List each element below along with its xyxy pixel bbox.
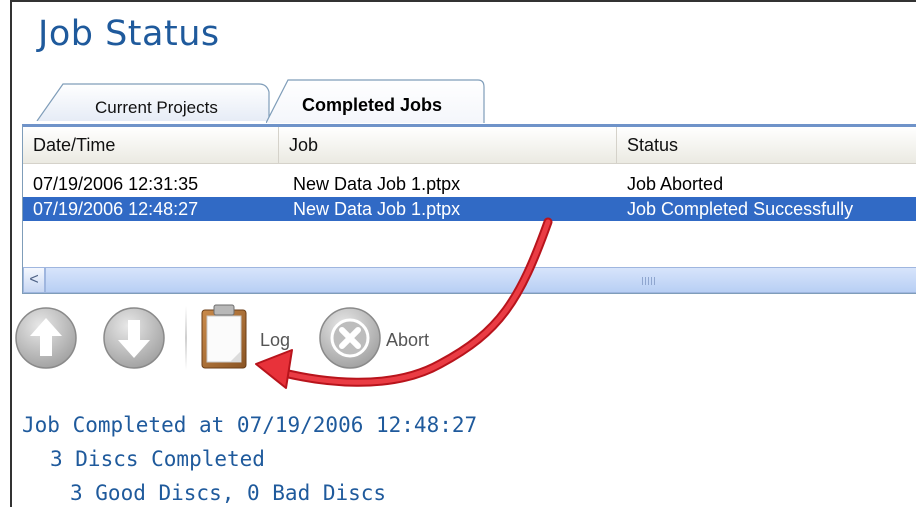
move-down-button[interactable] [102,306,166,370]
status-discs-completed: 3 Discs Completed [50,447,265,471]
status-summary: Job Completed at 07/19/2006 12:48:27 [22,413,478,437]
page-title: Job Status [38,14,220,54]
scroll-left-button[interactable]: < [23,267,45,293]
table-row-selected[interactable]: 07/19/2006 12:48:27 New Data Job 1.ptpx … [23,197,916,221]
cell-status: Job Completed Successfully [627,199,854,219]
column-header-job[interactable]: Job [279,127,617,163]
status-disc-results: 3 Good Discs, 0 Bad Discs [70,481,387,505]
cell-datetime: 07/19/2006 12:48:27 [33,199,199,219]
tab-label: Current Projects [95,98,218,117]
tab-completed-jobs[interactable]: Completed Jobs [266,77,486,123]
log-button[interactable] [196,302,256,372]
column-header-status[interactable]: Status [617,127,916,163]
move-up-button[interactable] [14,306,78,370]
clipboard-icon [201,304,247,369]
completed-jobs-list[interactable]: Date/Time Job Status 07/19/2006 12:31:35… [22,124,916,294]
arrow-down-circle-icon [103,307,165,369]
toolbar-separator [185,306,187,370]
scroll-thumb[interactable] [45,267,916,293]
cell-job: New Data Job 1.ptpx [293,174,461,194]
column-header-datetime[interactable]: Date/Time [23,127,279,163]
x-circle-icon [319,307,381,369]
scroll-grip [642,277,656,285]
log-label[interactable]: Log [260,330,290,351]
tab-label: Completed Jobs [302,95,443,115]
arrow-up-circle-icon [15,307,77,369]
abort-button[interactable] [318,306,382,370]
tab-current-projects[interactable]: Current Projects [35,82,271,121]
cell-datetime: 07/19/2006 12:31:35 [33,174,199,194]
cell-job: New Data Job 1.ptpx [293,199,461,219]
horizontal-scrollbar[interactable]: < [23,267,916,293]
abort-label[interactable]: Abort [386,330,429,351]
list-header: Date/Time Job Status [23,127,916,164]
cell-status: Job Aborted [627,174,724,194]
tab-strip: Current Projects Completed Jobs [10,74,916,124]
job-toolbar: Log Abort [10,298,916,378]
table-row[interactable]: 07/19/2006 12:31:35 New Data Job 1.ptpx … [23,172,916,196]
